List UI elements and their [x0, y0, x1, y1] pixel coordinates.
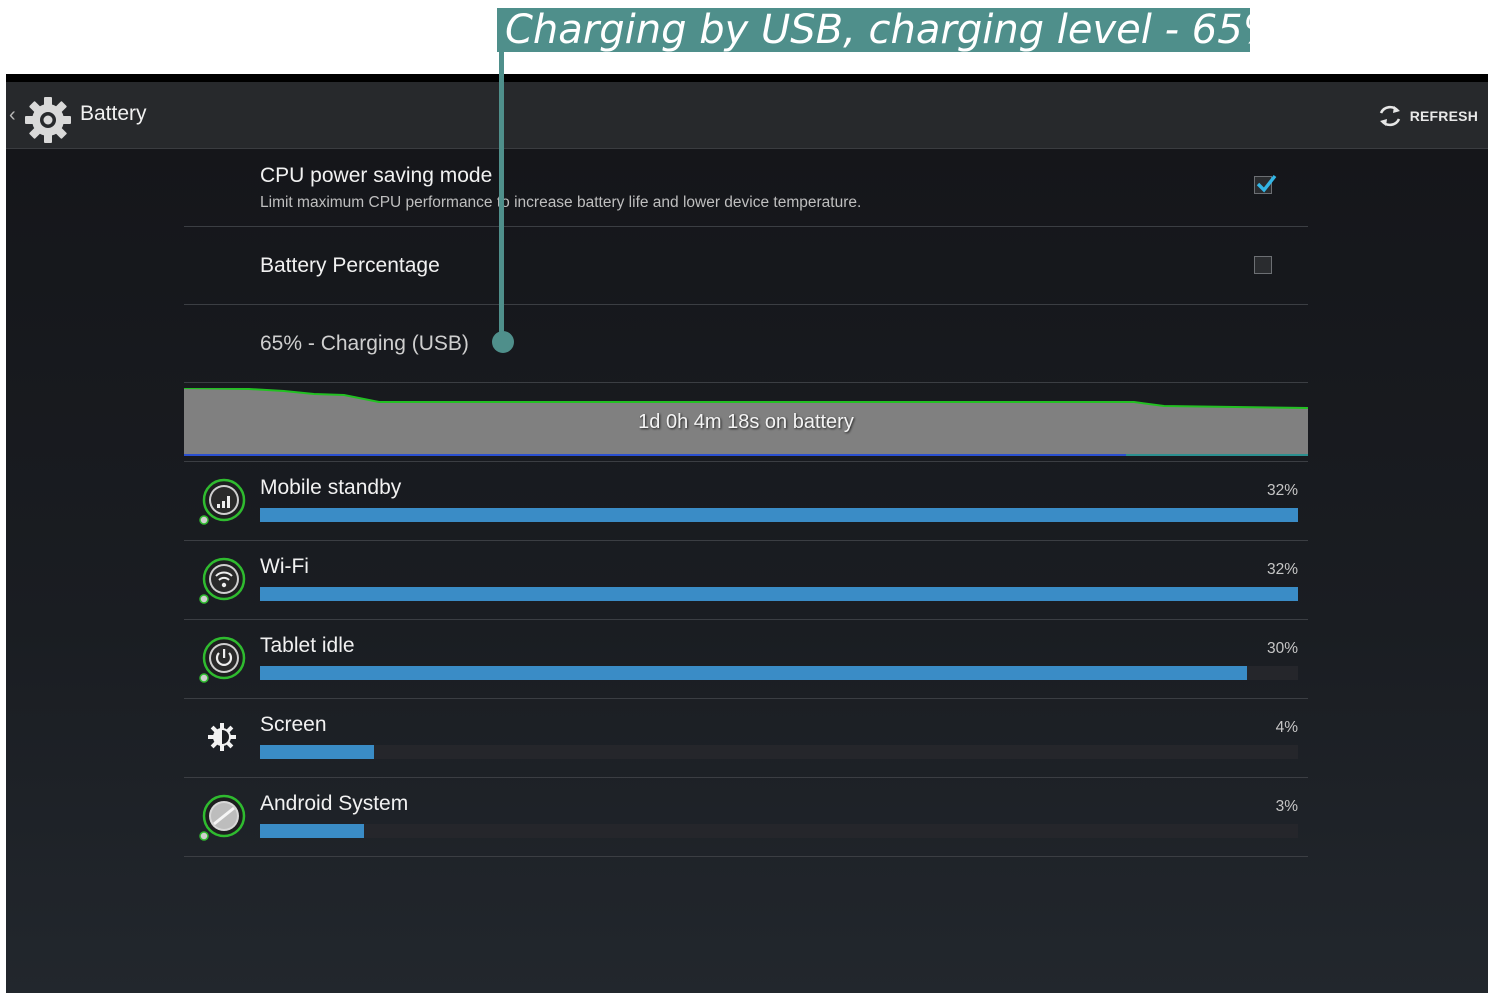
action-bar: ‹ Battery REFRESH — [6, 82, 1488, 149]
usage-row-wifi[interactable]: Wi-Fi 32% — [184, 541, 1308, 620]
refresh-button[interactable]: REFRESH — [1376, 100, 1478, 132]
usage-percent: 3% — [1275, 798, 1298, 815]
battery-percentage-title: Battery Percentage — [260, 254, 440, 277]
brightness-icon — [208, 723, 236, 751]
cpu-power-saving-row[interactable]: CPU power saving mode Limit maximum CPU … — [184, 148, 1308, 227]
settings-gear-icon[interactable] — [22, 94, 74, 146]
usage-bar — [260, 666, 1298, 680]
wifi-icon — [199, 557, 246, 604]
battery-status-row: 65% - Charging (USB) — [184, 305, 1308, 383]
usage-row-screen[interactable]: Screen 4% — [184, 699, 1308, 778]
usage-bar — [260, 824, 1298, 838]
refresh-label: REFRESH — [1409, 108, 1478, 124]
usage-name: Android System — [260, 792, 409, 815]
usage-bar-fill — [260, 508, 1298, 522]
callout-pointer-line — [499, 52, 504, 342]
usage-bar — [260, 745, 1298, 759]
usage-row-mobile-standby[interactable]: Mobile standby 32% — [184, 462, 1308, 541]
battery-history-graph[interactable]: 1d 0h 4m 18s on battery — [184, 383, 1308, 462]
cpu-power-saving-summary: Limit maximum CPU performance to increas… — [260, 194, 862, 211]
refresh-icon — [1379, 105, 1400, 127]
signal-icon — [199, 478, 246, 525]
cpu-power-saving-title: CPU power saving mode — [260, 164, 493, 187]
annotation-callout: Charging by USB, charging level - 65% — [497, 8, 1250, 52]
usage-percent: 30% — [1266, 640, 1298, 657]
usage-row-tablet-idle[interactable]: Tablet idle 30% — [184, 620, 1308, 699]
battery-percentage-checkbox[interactable] — [1254, 256, 1272, 274]
battery-screen: ‹ Battery REFRESH CPU power saving mode … — [6, 74, 1488, 993]
usage-bar — [260, 508, 1298, 522]
usage-bar — [260, 587, 1298, 601]
battery-status-text: 65% - Charging (USB) — [260, 332, 469, 355]
back-chevron-icon[interactable]: ‹ — [9, 104, 16, 127]
android-system-icon — [199, 794, 246, 841]
usage-bar-fill — [260, 745, 375, 759]
battery-content: CPU power saving mode Limit maximum CPU … — [184, 148, 1308, 857]
checkmark-icon — [1256, 174, 1277, 193]
usage-percent: 32% — [1266, 482, 1298, 499]
action-bar-title: Battery — [80, 102, 147, 125]
usage-row-android-system[interactable]: Android System 3% — [184, 778, 1308, 857]
usage-list: Mobile standby 32% Wi-Fi 32% Tablet idle… — [184, 462, 1308, 857]
usage-name: Mobile standby — [260, 476, 402, 499]
usage-bar-fill — [260, 666, 1248, 680]
usage-name: Screen — [260, 713, 327, 736]
battery-time-label: 1d 0h 4m 18s on battery — [638, 411, 854, 433]
usage-percent: 32% — [1266, 561, 1298, 578]
callout-pointer-dot — [492, 331, 514, 353]
power-icon — [199, 636, 246, 683]
usage-name: Wi-Fi — [260, 555, 309, 578]
usage-bar-fill — [260, 587, 1298, 601]
usage-bar-fill — [260, 824, 364, 838]
usage-name: Tablet idle — [260, 634, 355, 657]
battery-percentage-row[interactable]: Battery Percentage — [184, 227, 1308, 305]
usage-percent: 4% — [1275, 719, 1298, 736]
status-bar — [6, 74, 1488, 82]
cpu-power-saving-checkbox[interactable] — [1254, 174, 1277, 194]
